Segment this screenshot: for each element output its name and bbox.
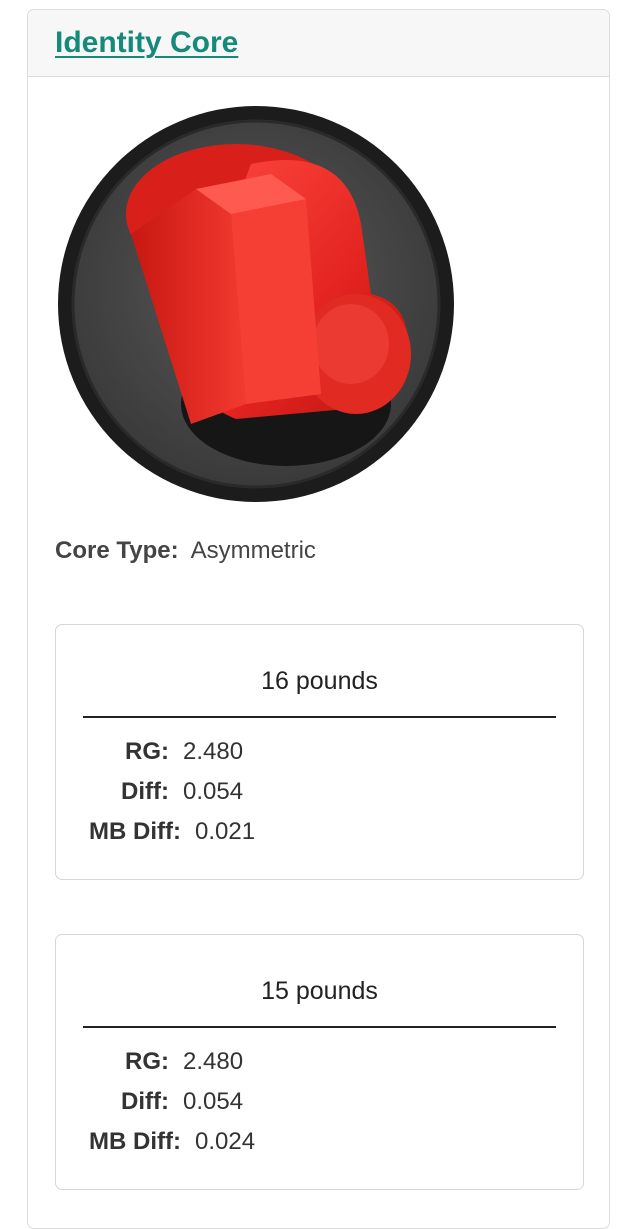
mb-diff-value: 0.024	[195, 1128, 256, 1155]
weight-title: 15 pounds	[261, 977, 378, 1005]
weight-divider	[83, 1026, 556, 1028]
diff-label: Diff:	[121, 778, 169, 805]
core-type-value: Asymmetric	[190, 537, 316, 564]
weight-card-16: 16 pounds RG: 2.480 Diff: 0.054 MB Diff:…	[55, 624, 584, 880]
mb-diff-label: MB Diff:	[89, 818, 181, 845]
core-type-label: Core Type:	[55, 537, 179, 564]
weight-divider	[83, 716, 556, 718]
diff-value: 0.054	[183, 778, 244, 805]
diff-label: Diff:	[121, 1088, 169, 1115]
weight-card-15: 15 pounds RG: 2.480 Diff: 0.054 MB Diff:…	[55, 934, 584, 1190]
rg-value: 2.480	[183, 1048, 244, 1075]
mb-diff-label: MB Diff:	[89, 1128, 181, 1155]
rg-label: RG:	[125, 1048, 169, 1075]
card-header: Identity Core	[28, 10, 609, 77]
rg-value: 2.480	[183, 738, 244, 765]
bowling-ball-core-image	[58, 106, 454, 502]
weight-title: 16 pounds	[261, 667, 378, 695]
core-type-row: Core Type: Asymmetric	[55, 537, 316, 565]
rg-label: RG:	[125, 738, 169, 765]
core-card: Identity Core Core Type: Asymmetric 16 p…	[27, 9, 610, 1229]
diff-value: 0.054	[183, 1088, 244, 1115]
core-title-link[interactable]: Identity Core	[55, 26, 238, 60]
mb-diff-value: 0.021	[195, 818, 256, 845]
